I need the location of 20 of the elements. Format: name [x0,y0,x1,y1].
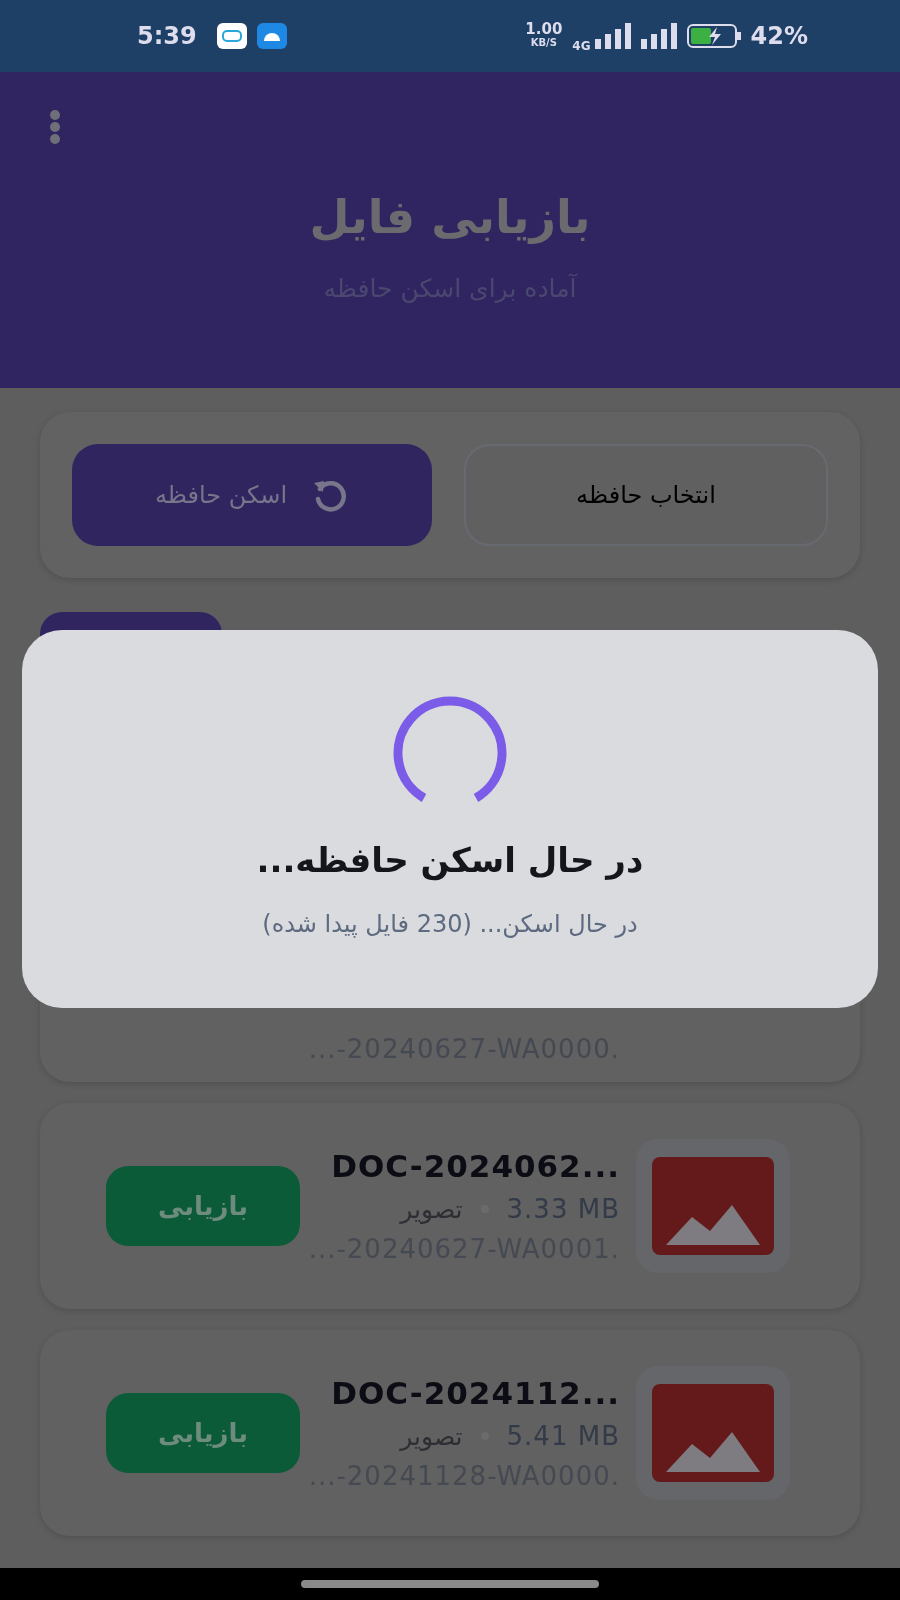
network-type: 4G [572,39,591,53]
network-speed: 1.00 KB/S [525,22,563,50]
recover-button[interactable]: بازیابی [106,1393,300,1473]
file-name: DOC-2024112... [331,1375,620,1411]
recover-button[interactable]: بازیابی [106,1166,300,1246]
dialog-title: در حال اسکن حافظه... [256,840,644,880]
signal-icon [640,23,677,49]
signal-icon [594,23,631,49]
app-notification-icon [216,23,247,49]
select-storage-button[interactable]: انتخاب حافظه [464,444,828,546]
menu-icon[interactable] [49,110,61,144]
scan-storage-button[interactable]: اسکن حافظه [72,444,432,546]
image-file-icon [636,1139,790,1273]
file-name: DOC-2024062... [331,1148,620,1184]
dialog-message: در حال اسکن... (230 فایل پیدا شده) [262,910,638,938]
image-file-icon [636,1366,790,1500]
app-title: بازیابی فایل [309,190,591,244]
battery-percentage: 42% [750,22,808,50]
clock-time: 5:39 [137,22,197,50]
battery-charging-icon [686,24,741,48]
